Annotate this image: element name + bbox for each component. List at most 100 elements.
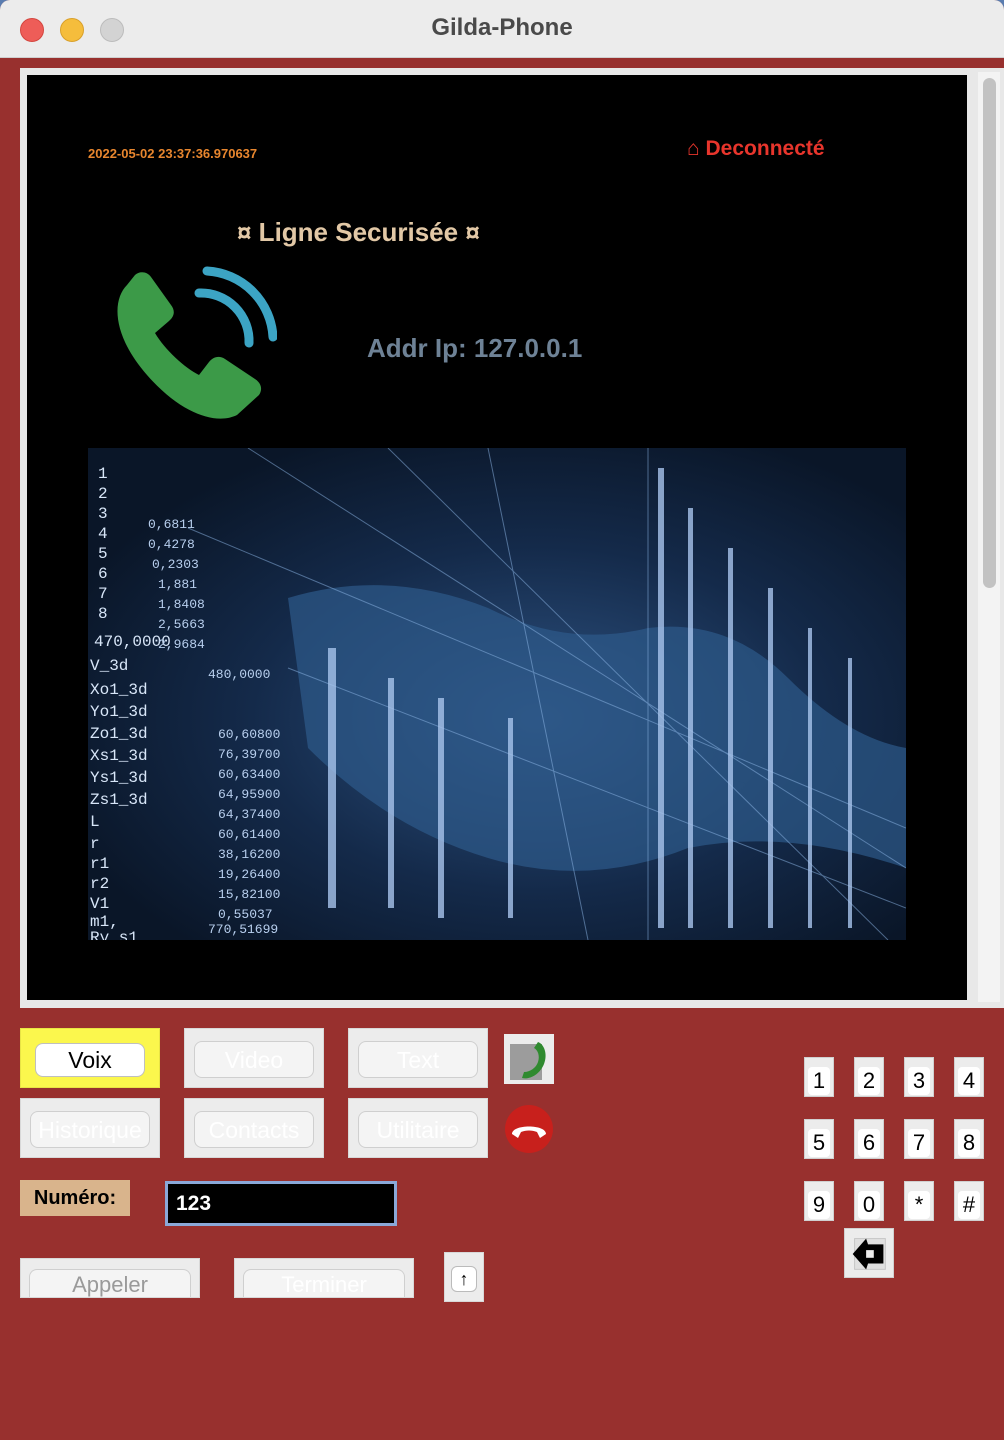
svg-text:76,39700: 76,39700	[218, 747, 280, 762]
data-matrix-image: 123 456 78 470,0000 V_3d Xo1_3d Yo1_3d Zo1…	[88, 448, 906, 940]
svg-text:480,0000: 480,0000	[208, 667, 270, 682]
svg-text:38,16200: 38,16200	[218, 847, 280, 862]
svg-text:5: 5	[98, 545, 108, 563]
key-0[interactable]: 0	[854, 1181, 884, 1221]
svg-text:r1: r1	[90, 855, 109, 873]
svg-text:r2: r2	[90, 875, 109, 893]
number-input[interactable]	[165, 1181, 397, 1226]
contacts-button[interactable]: Contacts	[184, 1098, 324, 1158]
svg-text:0,55037: 0,55037	[218, 907, 273, 922]
svg-text:4: 4	[98, 525, 108, 543]
key-8-label: 8	[958, 1129, 980, 1157]
scroll-thumb[interactable]	[983, 78, 996, 588]
svg-text:Xs1_3d: Xs1_3d	[90, 747, 148, 765]
data-values: 0,6811 0,4278 0,2303 1,881 1,8408 2,5663 2,…	[148, 517, 280, 937]
contacts-label: Contacts	[194, 1111, 314, 1148]
call-label: Appeler	[29, 1269, 191, 1297]
svg-text:1,8408: 1,8408	[158, 597, 205, 612]
mode-voix-button[interactable]: Voix	[20, 1028, 160, 1088]
svg-text:60,60800: 60,60800	[218, 727, 280, 742]
data-matrix-graphic: 123 456 78 470,0000V_3d Xo1_3dYo1_3d Zo1…	[90, 448, 906, 940]
key-8[interactable]: 8	[954, 1119, 984, 1159]
key-star-label: *	[908, 1191, 930, 1219]
world-map-shape	[288, 585, 906, 871]
svg-text:Xo1_3d: Xo1_3d	[90, 681, 148, 699]
svg-text:770,51699: 770,51699	[208, 922, 278, 937]
key-5[interactable]: 5	[804, 1119, 834, 1159]
key-9[interactable]: 9	[804, 1181, 834, 1221]
svg-text:64,37400: 64,37400	[218, 807, 280, 822]
svg-text:Ry_s1: Ry_s1	[90, 929, 138, 940]
key-hash-label: #	[958, 1191, 980, 1219]
svg-text:Yo1_3d: Yo1_3d	[90, 703, 148, 721]
svg-text:2,5663: 2,5663	[158, 617, 205, 632]
secure-line-title: ¤ Ligne Securisée ¤	[237, 217, 480, 247]
historique-button[interactable]: Historique	[20, 1098, 160, 1158]
svg-text:L: L	[90, 813, 100, 831]
key-hash[interactable]: #	[954, 1181, 984, 1221]
call-answer-icon[interactable]	[504, 1034, 554, 1084]
svg-text:Zs1_3d: Zs1_3d	[90, 791, 148, 809]
mode-text-label: Text	[358, 1041, 478, 1078]
utilitaire-label: Utilitaire	[358, 1111, 478, 1148]
svg-text:Ys1_3d: Ys1_3d	[90, 769, 148, 787]
svg-text:60,61400: 60,61400	[218, 827, 280, 842]
number-label: Numéro:	[20, 1180, 130, 1216]
hang-up-icon[interactable]	[504, 1104, 554, 1154]
mode-video-button[interactable]: Video	[184, 1028, 324, 1088]
key-2[interactable]: 2	[854, 1057, 884, 1097]
handset-shape	[117, 272, 262, 419]
backspace-icon[interactable]	[844, 1228, 894, 1278]
mode-voix-label: Voix	[35, 1043, 145, 1077]
svg-text:0,2303: 0,2303	[152, 557, 199, 572]
signal-wave-outer	[202, 266, 277, 342]
ip-address: Addr Ip: 127.0.0.1	[367, 333, 583, 363]
svg-text:V1: V1	[90, 895, 109, 913]
key-0-label: 0	[858, 1191, 880, 1219]
connection-status: ⌂ Deconnecté	[687, 137, 825, 160]
svg-text:7: 7	[98, 585, 108, 603]
svg-text:60,63400: 60,63400	[218, 767, 280, 782]
svg-text:2: 2	[98, 485, 108, 503]
call-button[interactable]: Appeler	[20, 1258, 200, 1298]
call-display: 2022-05-02 23:37:36.970637 ⌂ Deconnecté …	[27, 75, 967, 1000]
svg-text:2,9684: 2,9684	[158, 637, 205, 652]
key-5-label: 5	[808, 1129, 830, 1157]
up-arrow-button[interactable]: ↑	[444, 1252, 484, 1302]
svg-text:6: 6	[98, 565, 108, 583]
svg-text:0,4278: 0,4278	[148, 537, 195, 552]
svg-text:19,26400: 19,26400	[218, 867, 280, 882]
svg-text:3: 3	[98, 505, 108, 523]
phone-ringing-icon	[117, 266, 277, 419]
end-call-label: Terminer	[243, 1269, 405, 1297]
mode-video-label: Video	[194, 1041, 314, 1078]
mode-text-button[interactable]: Text	[348, 1028, 488, 1088]
utilitaire-button[interactable]: Utilitaire	[348, 1098, 488, 1158]
svg-text:64,95900: 64,95900	[218, 787, 280, 802]
key-1[interactable]: 1	[804, 1057, 834, 1097]
key-7[interactable]: 7	[904, 1119, 934, 1159]
timestamp: 2022-05-02 23:37:36.970637	[88, 146, 258, 161]
svg-text:0,6811: 0,6811	[148, 517, 195, 532]
svg-text:15,82100: 15,82100	[218, 887, 280, 902]
app-window: Gilda-Phone 2022-05-02 23:37:36.970637 ⌂…	[0, 0, 1004, 1440]
end-call-button[interactable]: Terminer	[234, 1258, 414, 1298]
key-1-label: 1	[808, 1067, 830, 1095]
key-3-label: 3	[908, 1067, 930, 1095]
key-4[interactable]: 4	[954, 1057, 984, 1097]
svg-text:1,881: 1,881	[158, 577, 197, 592]
svg-text:8: 8	[98, 605, 108, 623]
key-6[interactable]: 6	[854, 1119, 884, 1159]
svg-text:1: 1	[98, 465, 108, 483]
key-2-label: 2	[858, 1067, 880, 1095]
svg-text:Zo1_3d: Zo1_3d	[90, 725, 148, 743]
svg-text:r: r	[90, 835, 100, 853]
key-3[interactable]: 3	[904, 1057, 934, 1097]
title-bar: Gilda-Phone	[0, 0, 1004, 58]
key-9-label: 9	[808, 1191, 830, 1219]
key-7-label: 7	[908, 1129, 930, 1157]
key-6-label: 6	[858, 1129, 880, 1157]
key-star[interactable]: *	[904, 1181, 934, 1221]
key-4-label: 4	[958, 1067, 980, 1095]
signal-wave-inner	[194, 288, 254, 348]
